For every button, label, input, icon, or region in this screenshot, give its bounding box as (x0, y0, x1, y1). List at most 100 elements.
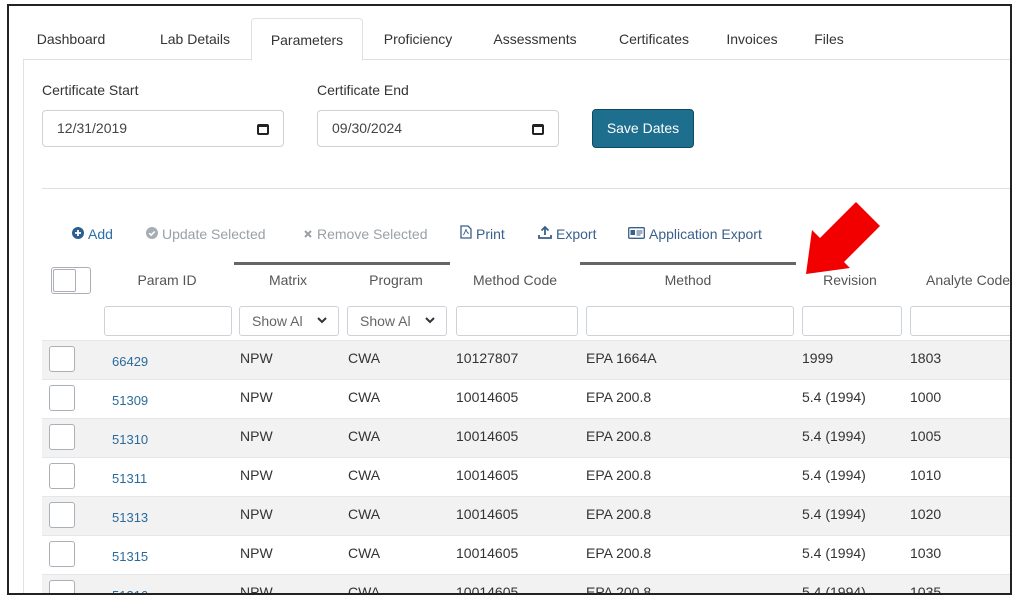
table-row[interactable]: 51309 NPW CWA 10014605 EPA 200.8 5.4 (1994) 10… (42, 379, 1010, 418)
tab-assessments[interactable]: Assessments (485, 18, 585, 60)
remove-selected-button[interactable]: Remove Selected (303, 224, 428, 244)
cell-revision: 1999 (802, 350, 834, 366)
col-revision[interactable]: Revision (796, 262, 904, 300)
tab-files[interactable]: Files (807, 18, 851, 60)
tab-parameters[interactable]: Parameters (251, 18, 363, 61)
param-id-link[interactable]: 51310 (112, 432, 148, 447)
method-code-filter[interactable] (456, 306, 578, 336)
certificate-start-input[interactable]: 12/31/2019 (42, 110, 284, 147)
cell-method: EPA 200.8 (586, 506, 652, 522)
certificate-end-input[interactable]: 09/30/2024 (317, 110, 559, 147)
table-row[interactable]: 51316 NPW CWA 10014605 EPA 200.8 5.4 (1994) 10… (42, 574, 1010, 593)
col-method-code[interactable]: Method Code (450, 262, 580, 300)
table-row[interactable]: 51313 NPW CWA 10014605 EPA 200.8 5.4 (1994) 10… (42, 496, 1010, 535)
cell-method: EPA 200.8 (586, 545, 652, 561)
param-id-link[interactable]: 51315 (112, 549, 148, 564)
col-analyte-code[interactable]: Analyte Code (904, 262, 1010, 300)
revision-filter[interactable] (802, 306, 902, 336)
select-all-checkbox[interactable] (51, 267, 91, 294)
cell-revision: 5.4 (1994) (802, 389, 866, 405)
tab-lab-details[interactable]: Lab Details (147, 18, 243, 60)
cell-matrix: NPW (240, 428, 273, 444)
cell-revision: 5.4 (1994) (802, 467, 866, 483)
cell-revision: 5.4 (1994) (802, 545, 866, 561)
param-id-link[interactable]: 51311 (112, 471, 147, 486)
row-checkbox[interactable] (49, 502, 75, 528)
cell-method-code: 10014605 (456, 467, 519, 483)
cell-matrix: NPW (240, 545, 273, 561)
cell-revision: 5.4 (1994) (802, 428, 866, 444)
cell-analyte: 1000 (910, 389, 942, 405)
print-button[interactable]: Print (460, 224, 505, 244)
plus-circle-icon (72, 224, 84, 244)
row-checkbox[interactable] (49, 541, 75, 567)
method-filter[interactable] (586, 306, 794, 336)
check-circle-icon (146, 224, 158, 244)
cell-program: CWA (348, 545, 381, 561)
row-checkbox[interactable] (49, 346, 75, 372)
cell-method: EPA 200.8 (586, 428, 652, 444)
add-button[interactable]: Add (72, 224, 113, 244)
cell-matrix: NPW (240, 389, 273, 405)
section-divider (42, 188, 1010, 189)
chevron-down-icon (424, 308, 436, 336)
cell-analyte: 1035 (910, 584, 942, 593)
program-filter-select[interactable]: Show Al (347, 306, 447, 336)
update-selected-label: Update Selected (162, 226, 266, 242)
tab-proficiency[interactable]: Proficiency (373, 18, 463, 60)
export-button[interactable]: Export (538, 224, 596, 244)
table-row[interactable]: 51311 NPW CWA 10014605 EPA 200.8 5.4 (1994) 10… (42, 457, 1010, 496)
save-dates-button[interactable]: Save Dates (592, 109, 694, 148)
cell-method: EPA 200.8 (586, 584, 652, 593)
app-frame: Dashboard Lab Details Parameters Profici… (7, 4, 1012, 595)
col-param-id[interactable]: Param ID (102, 262, 232, 300)
certificate-start-value: 12/31/2019 (57, 120, 128, 136)
certificate-end-label: Certificate End (317, 82, 409, 98)
table-row[interactable]: 51310 NPW CWA 10014605 EPA 200.8 5.4 (1994) 10… (42, 418, 1010, 457)
application-export-button[interactable]: Application Export (628, 224, 762, 244)
col-method[interactable]: Method (580, 262, 796, 300)
certificate-end-value: 09/30/2024 (332, 120, 403, 136)
row-checkbox[interactable] (49, 463, 75, 489)
cell-analyte: 1010 (910, 467, 942, 483)
cell-matrix: NPW (240, 584, 273, 593)
tab-certificates[interactable]: Certificates (607, 18, 701, 60)
param-id-filter[interactable] (104, 306, 232, 336)
calendar-icon[interactable] (532, 124, 544, 135)
col-matrix[interactable]: Matrix (234, 262, 342, 300)
cell-method-code: 10014605 (456, 428, 519, 444)
cell-analyte: 1020 (910, 506, 942, 522)
update-selected-button[interactable]: Update Selected (146, 224, 266, 244)
table-row[interactable]: 51315 NPW CWA 10014605 EPA 200.8 5.4 (1994) 10… (42, 535, 1010, 574)
add-label: Add (88, 226, 113, 242)
param-id-link[interactable]: 66429 (112, 354, 148, 369)
tab-bar: Dashboard Lab Details Parameters Profici… (23, 18, 1010, 61)
print-label: Print (476, 226, 505, 242)
row-checkbox[interactable] (49, 580, 75, 593)
param-id-link[interactable]: 51316 (112, 588, 148, 593)
cell-program: CWA (348, 428, 381, 444)
cell-method: EPA 200.8 (586, 389, 652, 405)
grid-header: Param ID Matrix Program Method Code Meth… (42, 262, 1010, 300)
table-row[interactable]: 66429 NPW CWA 10127807 EPA 1664A 1999 1803 (42, 340, 1010, 379)
analyte-code-filter[interactable] (910, 306, 1010, 336)
row-checkbox[interactable] (49, 424, 75, 450)
cell-analyte: 1005 (910, 428, 942, 444)
row-checkbox[interactable] (49, 385, 75, 411)
parameters-panel: Certificate Start 12/31/2019 Certificate… (23, 60, 1010, 593)
grid-filter-row: Show Al Show Al (42, 300, 1010, 340)
tab-dashboard[interactable]: Dashboard (27, 18, 115, 60)
param-id-link[interactable]: 51313 (112, 510, 148, 525)
remove-selected-label: Remove Selected (317, 226, 428, 242)
parameters-grid: Param ID Matrix Program Method Code Meth… (42, 262, 1010, 593)
col-program[interactable]: Program (342, 262, 450, 300)
cell-method-code: 10127807 (456, 350, 519, 366)
cell-analyte: 1030 (910, 545, 942, 561)
matrix-filter-select[interactable]: Show Al (239, 306, 339, 336)
cell-method-code: 10014605 (456, 545, 519, 561)
cell-program: CWA (348, 389, 381, 405)
tab-invoices[interactable]: Invoices (717, 18, 787, 60)
cell-analyte: 1803 (910, 350, 942, 366)
calendar-icon[interactable] (257, 124, 269, 135)
param-id-link[interactable]: 51309 (112, 393, 148, 408)
